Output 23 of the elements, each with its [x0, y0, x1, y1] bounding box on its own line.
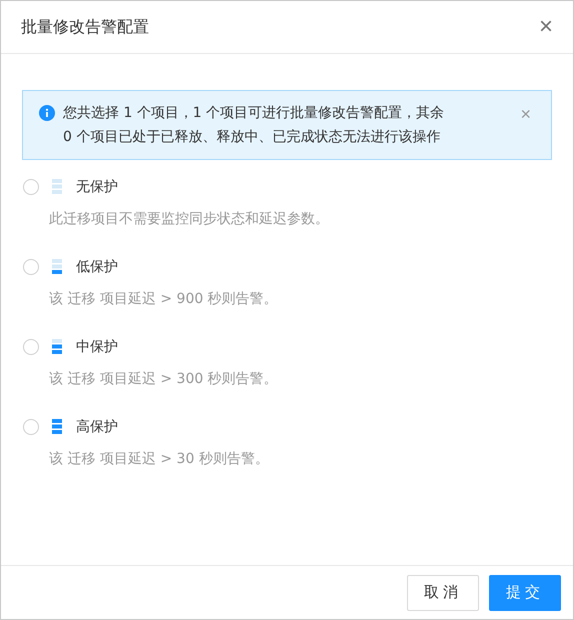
radio-button[interactable]	[23, 259, 39, 275]
option-label: 无保护	[76, 178, 118, 196]
radio-button[interactable]	[23, 179, 39, 195]
option-label: 中保护	[76, 338, 118, 356]
submit-button[interactable]: 提交	[489, 574, 561, 610]
level-bars-icon	[52, 259, 62, 275]
radio-button[interactable]	[23, 339, 39, 355]
level-bars-icon	[52, 339, 62, 355]
option-description: 该 迁移 项目延迟 > 900 秒则告警。	[49, 290, 279, 308]
dialog-title: 批量修改告警配置	[21, 16, 149, 38]
radio-button[interactable]	[23, 419, 39, 435]
alert-close-button[interactable]: ×	[514, 105, 537, 123]
option-description: 该 迁移 项目延迟 > 30 秒则告警。	[49, 450, 270, 468]
info-icon	[39, 105, 55, 121]
close-button[interactable]: ×	[534, 15, 557, 39]
option-description: 此迁移项目不需要监控同步状态和延迟参数。	[49, 210, 330, 228]
level-bars-icon	[52, 179, 62, 195]
option-description: 该 迁移 项目延迟 > 300 秒则告警。	[49, 370, 279, 388]
cancel-button[interactable]: 取消	[407, 574, 479, 610]
option-label: 高保护	[76, 418, 118, 436]
option-label: 低保护	[76, 258, 118, 276]
level-bars-icon	[52, 419, 62, 435]
alert-message: 您共选择 1 个项目，1 个项目可进行批量修改告警配置，其余 0 个项目已处于已释放、释放中、已完成状态无法进行该操作	[63, 104, 446, 147]
